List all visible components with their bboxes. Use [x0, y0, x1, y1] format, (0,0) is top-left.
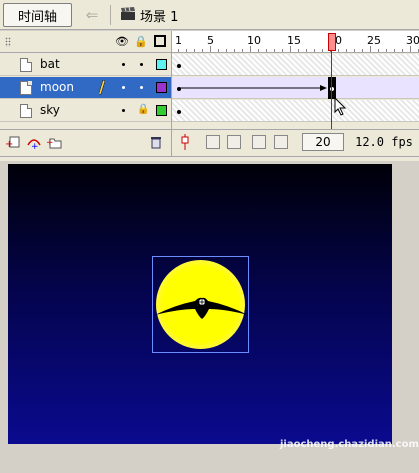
clapperboard-icon: [121, 7, 135, 20]
add-motion-guide-icon[interactable]: +: [26, 135, 42, 149]
layer-icon: [20, 81, 32, 95]
ruler-tick: [234, 49, 235, 52]
insert-layer-icon[interactable]: +: [5, 135, 21, 149]
ruler-tick: [298, 49, 299, 52]
svg-text:+: +: [31, 142, 39, 149]
outline-color-swatch[interactable]: [156, 82, 167, 93]
layer-row-sky[interactable]: sky 🔒: [0, 100, 171, 122]
ruler-tick: [306, 49, 307, 52]
ruler-tick: [338, 49, 339, 52]
ruler-tick: [362, 49, 363, 52]
stage-area: jiaocheng.chazidian.com: [0, 161, 419, 473]
moon-selection-box[interactable]: [152, 256, 249, 353]
ruler-tick: [250, 46, 251, 52]
frame-tools: 20 12.0 fps: [172, 129, 419, 153]
center-frame-icon[interactable]: [180, 134, 190, 150]
ruler-tick: [202, 49, 203, 52]
ruler-tick: [402, 49, 403, 52]
visibility-dot[interactable]: [122, 63, 125, 66]
frames-moon[interactable]: [172, 77, 419, 99]
timeline-toolbar: 时间轴 ⇐ 场景 1: [0, 0, 419, 30]
frame-rows[interactable]: [172, 54, 419, 129]
layer-tools: + + +: [0, 129, 171, 153]
outline-color-swatch[interactable]: [156, 105, 167, 116]
ruler-tick: [314, 49, 315, 52]
modify-onion-markers-icon[interactable]: [274, 135, 288, 149]
layer-name: bat: [40, 57, 60, 71]
ruler-label: 30: [406, 34, 419, 47]
edit-multiple-frames-icon[interactable]: [252, 135, 266, 149]
ruler-tick: [394, 49, 395, 52]
ruler-tick: [210, 46, 211, 52]
lock-dot[interactable]: [140, 63, 143, 66]
watermark: jiaocheng.chazidian.com: [280, 439, 419, 450]
ruler-tick: [266, 49, 267, 52]
frames-bat[interactable]: [172, 54, 419, 76]
ruler-tick: [410, 46, 411, 52]
ruler-tick: [322, 49, 323, 52]
ruler-tick: [226, 49, 227, 52]
ruler-tick: [274, 49, 275, 52]
layer-icon: [20, 104, 32, 118]
visibility-dot[interactable]: [122, 86, 125, 89]
keyframe[interactable]: [177, 110, 181, 114]
timeline-panel: 👁 🔒 bat moon sky 🔒 + + + 1 5 10 15 20 25…: [0, 31, 419, 156]
ruler-tick: [218, 49, 219, 52]
layer-list: bat moon sky 🔒: [0, 54, 171, 129]
frames-area: 1 5 10 15 20 25 30 20 12.0 fps: [171, 31, 419, 156]
ruler-tick: [354, 49, 355, 52]
outline-square-icon[interactable]: [153, 35, 167, 49]
eye-icon[interactable]: 👁: [115, 35, 129, 49]
lock-dot[interactable]: [140, 86, 143, 89]
keyframe[interactable]: [330, 87, 334, 91]
mouse-cursor-icon: [334, 97, 347, 116]
ruler-tick: [186, 49, 187, 52]
svg-text:+: +: [5, 139, 13, 149]
pencil-icon: [99, 80, 105, 95]
ruler-tick: [290, 46, 291, 52]
layer-name: sky: [40, 103, 60, 117]
motion-tween-arrow: [180, 85, 327, 91]
layer-row-bat[interactable]: bat: [0, 54, 171, 76]
layer-header: 👁 🔒: [0, 31, 171, 53]
visibility-dot[interactable]: [122, 109, 125, 112]
toolbar-separator: [110, 5, 111, 25]
scene-label[interactable]: 场景 1: [140, 6, 178, 25]
ruler-tick: [330, 46, 331, 52]
layer-row-moon[interactable]: moon: [0, 77, 171, 99]
insert-folder-icon[interactable]: +: [46, 135, 62, 149]
outline-color-swatch[interactable]: [156, 59, 167, 70]
ruler-tick: [386, 49, 387, 52]
layer-icon: [20, 58, 32, 72]
bat-shape[interactable]: [155, 295, 248, 323]
trash-icon[interactable]: [148, 135, 164, 149]
frames-sky[interactable]: [172, 100, 419, 122]
ruler-tick: [370, 46, 371, 52]
ruler-tick: [258, 49, 259, 52]
current-frame-readout: 20: [302, 133, 344, 151]
drag-grip-icon[interactable]: [5, 37, 11, 47]
layer-name: moon: [40, 80, 74, 94]
ruler-tick: [282, 49, 283, 52]
keyframe[interactable]: [177, 64, 181, 68]
ruler-tick: [178, 49, 179, 52]
onion-skin-outline-icon[interactable]: [227, 135, 241, 149]
back-arrow-icon[interactable]: ⇐: [82, 6, 102, 24]
ruler-tick: [242, 49, 243, 52]
stage-canvas[interactable]: [8, 164, 392, 444]
ruler-tick: [194, 49, 195, 52]
ruler-tick: [346, 49, 347, 52]
frame-rate-readout[interactable]: 12.0 fps: [350, 133, 418, 151]
svg-text:+: +: [46, 138, 54, 148]
ruler-tick: [378, 49, 379, 52]
lock-icon[interactable]: 🔒: [134, 35, 148, 49]
lock-icon[interactable]: 🔒: [137, 104, 149, 115]
timeline-tab[interactable]: 时间轴: [3, 3, 72, 27]
onion-skin-icon[interactable]: [206, 135, 220, 149]
ruler-label: 1: [175, 34, 182, 47]
frame-ruler[interactable]: 1 5 10 15 20 25 30: [172, 31, 419, 53]
